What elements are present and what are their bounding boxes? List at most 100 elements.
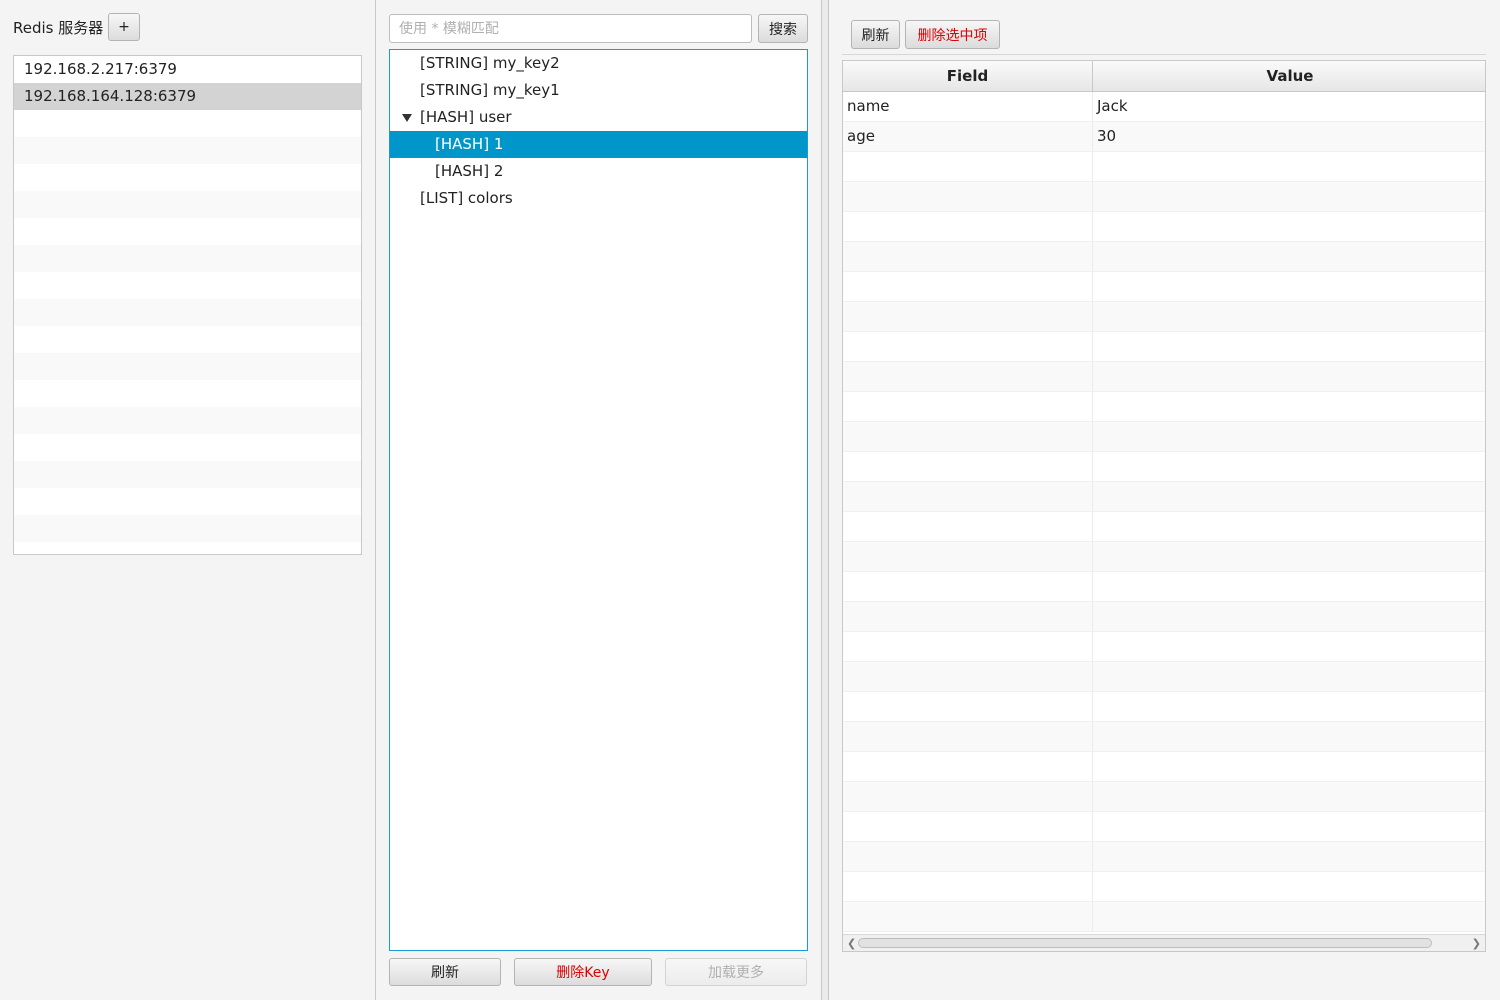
server-list-empty-row [14, 218, 361, 245]
hash-table[interactable]: Field Value name Jack age 30 ❮ ❯ [842, 60, 1486, 952]
value-cell [1093, 242, 1485, 271]
table-empty-row [843, 422, 1485, 452]
table-row[interactable]: age 30 [843, 122, 1485, 152]
key-tree[interactable]: [STRING] my_key2 [STRING] my_key1 [HASH] u… [389, 49, 808, 951]
tree-node[interactable]: [HASH] 2 [390, 158, 807, 185]
scrollbar-thumb[interactable] [858, 938, 1432, 948]
delete-key-button[interactable]: 删除Key [514, 958, 652, 986]
field-cell [843, 632, 1093, 661]
field-cell [843, 212, 1093, 241]
value-cell [1093, 392, 1485, 421]
value-cell [1093, 602, 1485, 631]
field-cell [843, 602, 1093, 631]
table-body: name Jack age 30 [843, 92, 1485, 932]
server-list-empty-row [14, 245, 361, 272]
field-cell [843, 542, 1093, 571]
field-cell [843, 152, 1093, 181]
table-empty-row [843, 902, 1485, 932]
value-cell [1093, 332, 1485, 361]
server-list-empty-row [14, 488, 361, 515]
value-cell [1093, 902, 1485, 931]
tree-node[interactable]: [LIST] colors [390, 185, 807, 212]
table-empty-row [843, 782, 1485, 812]
refresh-keys-button[interactable]: 刷新 [389, 958, 501, 986]
field-cell [843, 722, 1093, 751]
refresh-detail-button[interactable]: 刷新 [851, 20, 900, 49]
server-list-empty-row [14, 515, 361, 542]
field-cell [843, 572, 1093, 601]
delete-selected-button[interactable]: 删除选中项 [905, 20, 1000, 49]
server-list-empty-row [14, 191, 361, 218]
value-cell [1093, 752, 1485, 781]
table-empty-row [843, 302, 1485, 332]
table-empty-row [843, 842, 1485, 872]
column-header-value[interactable]: Value [1093, 61, 1485, 92]
value-cell [1093, 572, 1485, 601]
value-cell [1093, 152, 1485, 181]
add-server-button[interactable]: + [108, 13, 140, 41]
server-list-empty-row [14, 353, 361, 380]
table-empty-row [843, 542, 1485, 572]
value-cell [1093, 272, 1485, 301]
field-cell [843, 422, 1093, 451]
tree-node-label: [STRING] my_key1 [420, 81, 560, 99]
table-empty-row [843, 272, 1485, 302]
server-list-empty-row [14, 407, 361, 434]
table-header: Field Value [843, 61, 1485, 92]
table-empty-row [843, 752, 1485, 782]
value-cell [1093, 182, 1485, 211]
divider [375, 0, 376, 1000]
value-cell [1093, 542, 1485, 571]
field-cell [843, 482, 1093, 511]
scroll-right-icon[interactable]: ❯ [1472, 937, 1481, 950]
splitter-left[interactable] [362, 0, 375, 1000]
search-button[interactable]: 搜索 [758, 14, 808, 43]
field-cell [843, 452, 1093, 481]
tree-node[interactable]: [HASH] user [390, 104, 807, 131]
table-empty-row [843, 632, 1485, 662]
tree-node[interactable]: [HASH] 1 [390, 131, 807, 158]
value-cell [1093, 782, 1485, 811]
field-cell [843, 872, 1093, 901]
scroll-left-icon[interactable]: ❮ [847, 937, 856, 950]
tree-node[interactable]: [STRING] my_key2 [390, 50, 807, 77]
table-empty-row [843, 602, 1485, 632]
tree-node-label: [HASH] 1 [435, 135, 504, 153]
value-cell [1093, 422, 1485, 451]
server-list-empty-row [14, 461, 361, 488]
field-cell [843, 302, 1093, 331]
load-more-button[interactable]: 加载更多 [665, 958, 807, 986]
table-row[interactable]: name Jack [843, 92, 1485, 122]
value-cell [1093, 872, 1485, 901]
table-empty-row [843, 362, 1485, 392]
server-list-empty-row [14, 299, 361, 326]
server-list[interactable]: 192.168.2.217:6379 192.168.164.128:6379 [13, 55, 362, 555]
server-list-item[interactable]: 192.168.164.128:6379 [14, 83, 361, 110]
field-cell [843, 842, 1093, 871]
field-cell [843, 512, 1093, 541]
field-cell [843, 182, 1093, 211]
value-cell: Jack [1097, 97, 1128, 115]
tree-node-label: [HASH] user [420, 108, 512, 126]
expand-arrow-icon[interactable] [402, 114, 412, 122]
table-empty-row [843, 572, 1485, 602]
table-empty-row [843, 182, 1485, 212]
horizontal-scrollbar[interactable]: ❮ ❯ [843, 934, 1485, 951]
table-empty-row [843, 722, 1485, 752]
server-list-item[interactable]: 192.168.2.217:6379 [14, 56, 361, 83]
column-header-field[interactable]: Field [843, 61, 1093, 92]
table-empty-row [843, 512, 1485, 542]
server-list-empty-row [14, 434, 361, 461]
table-empty-row [843, 662, 1485, 692]
value-cell [1093, 482, 1485, 511]
server-list-empty-row [14, 164, 361, 191]
value-cell [1093, 212, 1485, 241]
value-cell [1093, 842, 1485, 871]
search-input[interactable] [389, 14, 752, 43]
value-cell [1093, 512, 1485, 541]
table-empty-row [843, 692, 1485, 722]
value-cell [1093, 692, 1485, 721]
field-cell [843, 362, 1093, 391]
tree-node[interactable]: [STRING] my_key1 [390, 77, 807, 104]
field-cell: name [843, 92, 1093, 121]
